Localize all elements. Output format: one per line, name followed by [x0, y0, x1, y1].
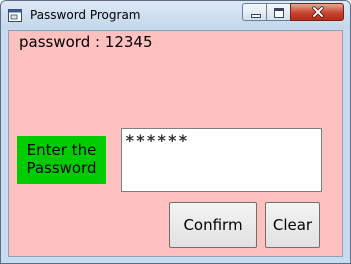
form-client-area: password : 12345 Enter the Password ****…: [8, 30, 343, 257]
minimize-button[interactable]: [242, 3, 267, 21]
clear-button[interactable]: Clear: [265, 202, 320, 248]
password-hint-label: password : 12345: [19, 33, 153, 51]
confirm-button[interactable]: Confirm: [169, 202, 257, 248]
maximize-icon: [274, 8, 284, 18]
title-bar[interactable]: Password Program: [1, 1, 350, 29]
enter-password-label: Enter the Password: [17, 136, 106, 184]
app-window-icon[interactable]: [8, 9, 22, 22]
close-icon: [312, 6, 324, 18]
close-button[interactable]: [290, 3, 344, 21]
minimize-icon: [251, 14, 261, 18]
window-controls: [242, 3, 344, 21]
password-program-window: Password Program password : 12345 Enter …: [0, 0, 351, 264]
enter-password-label-text: Enter the Password: [26, 141, 97, 177]
password-input[interactable]: ******: [121, 128, 322, 192]
maximize-button[interactable]: [266, 3, 291, 21]
window-title: Password Program: [30, 8, 141, 22]
